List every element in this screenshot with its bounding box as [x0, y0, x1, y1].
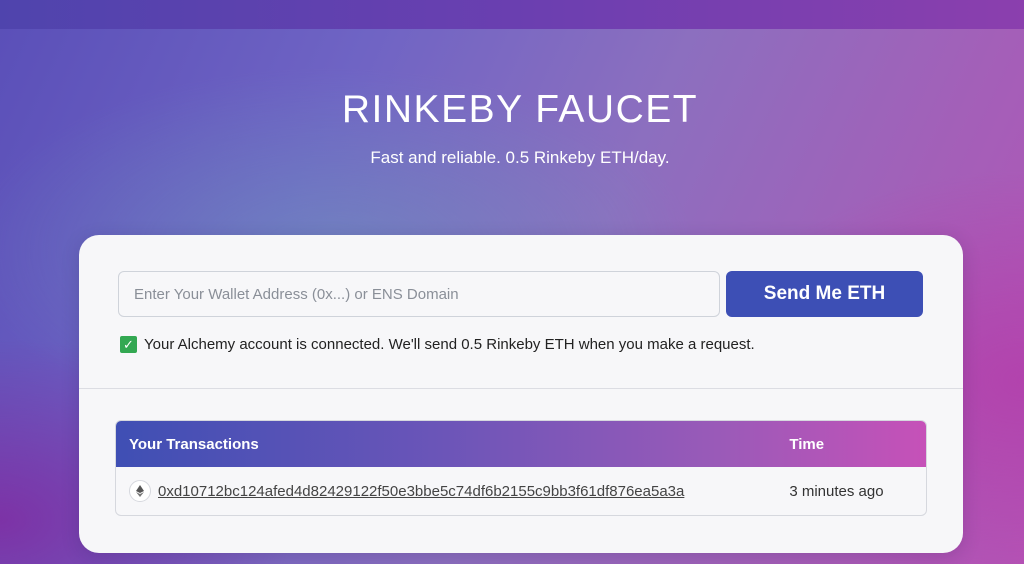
ethereum-icon: [129, 480, 151, 502]
table-header: Your Transactions Time: [116, 421, 926, 467]
header-transactions: Your Transactions: [129, 435, 259, 453]
check-mark-icon: ✓: [120, 335, 137, 353]
page-subtitle: Fast and reliable. 0.5 Rinkeby ETH/day.: [370, 148, 670, 167]
transactions-table: Your Transactions Time 0xd10712bc124afed…: [115, 420, 927, 516]
table-row: 0xd10712bc124afed4d82429122f50e3bbe5c74d…: [116, 467, 926, 515]
divider: [79, 388, 963, 389]
wallet-address-input[interactable]: [118, 271, 720, 317]
top-bar: [0, 0, 1024, 29]
send-eth-button[interactable]: Send Me ETH: [726, 271, 923, 317]
faucet-card: Send Me ETH ✓ Your Alchemy account is co…: [79, 235, 963, 553]
transaction-hash-link[interactable]: 0xd10712bc124afed4d82429122f50e3bbe5c74d…: [158, 483, 684, 500]
tx-cell: 0xd10712bc124afed4d82429122f50e3bbe5c74d…: [116, 480, 789, 502]
tx-time: 3 minutes ago: [789, 482, 884, 500]
header-time: Time: [789, 435, 825, 453]
page-title: RINKEBY FAUCET: [341, 88, 699, 131]
status-text: Your Alchemy account is connected. We'll…: [144, 335, 755, 353]
connection-status: ✓ Your Alchemy account is connected. We'…: [120, 334, 755, 354]
